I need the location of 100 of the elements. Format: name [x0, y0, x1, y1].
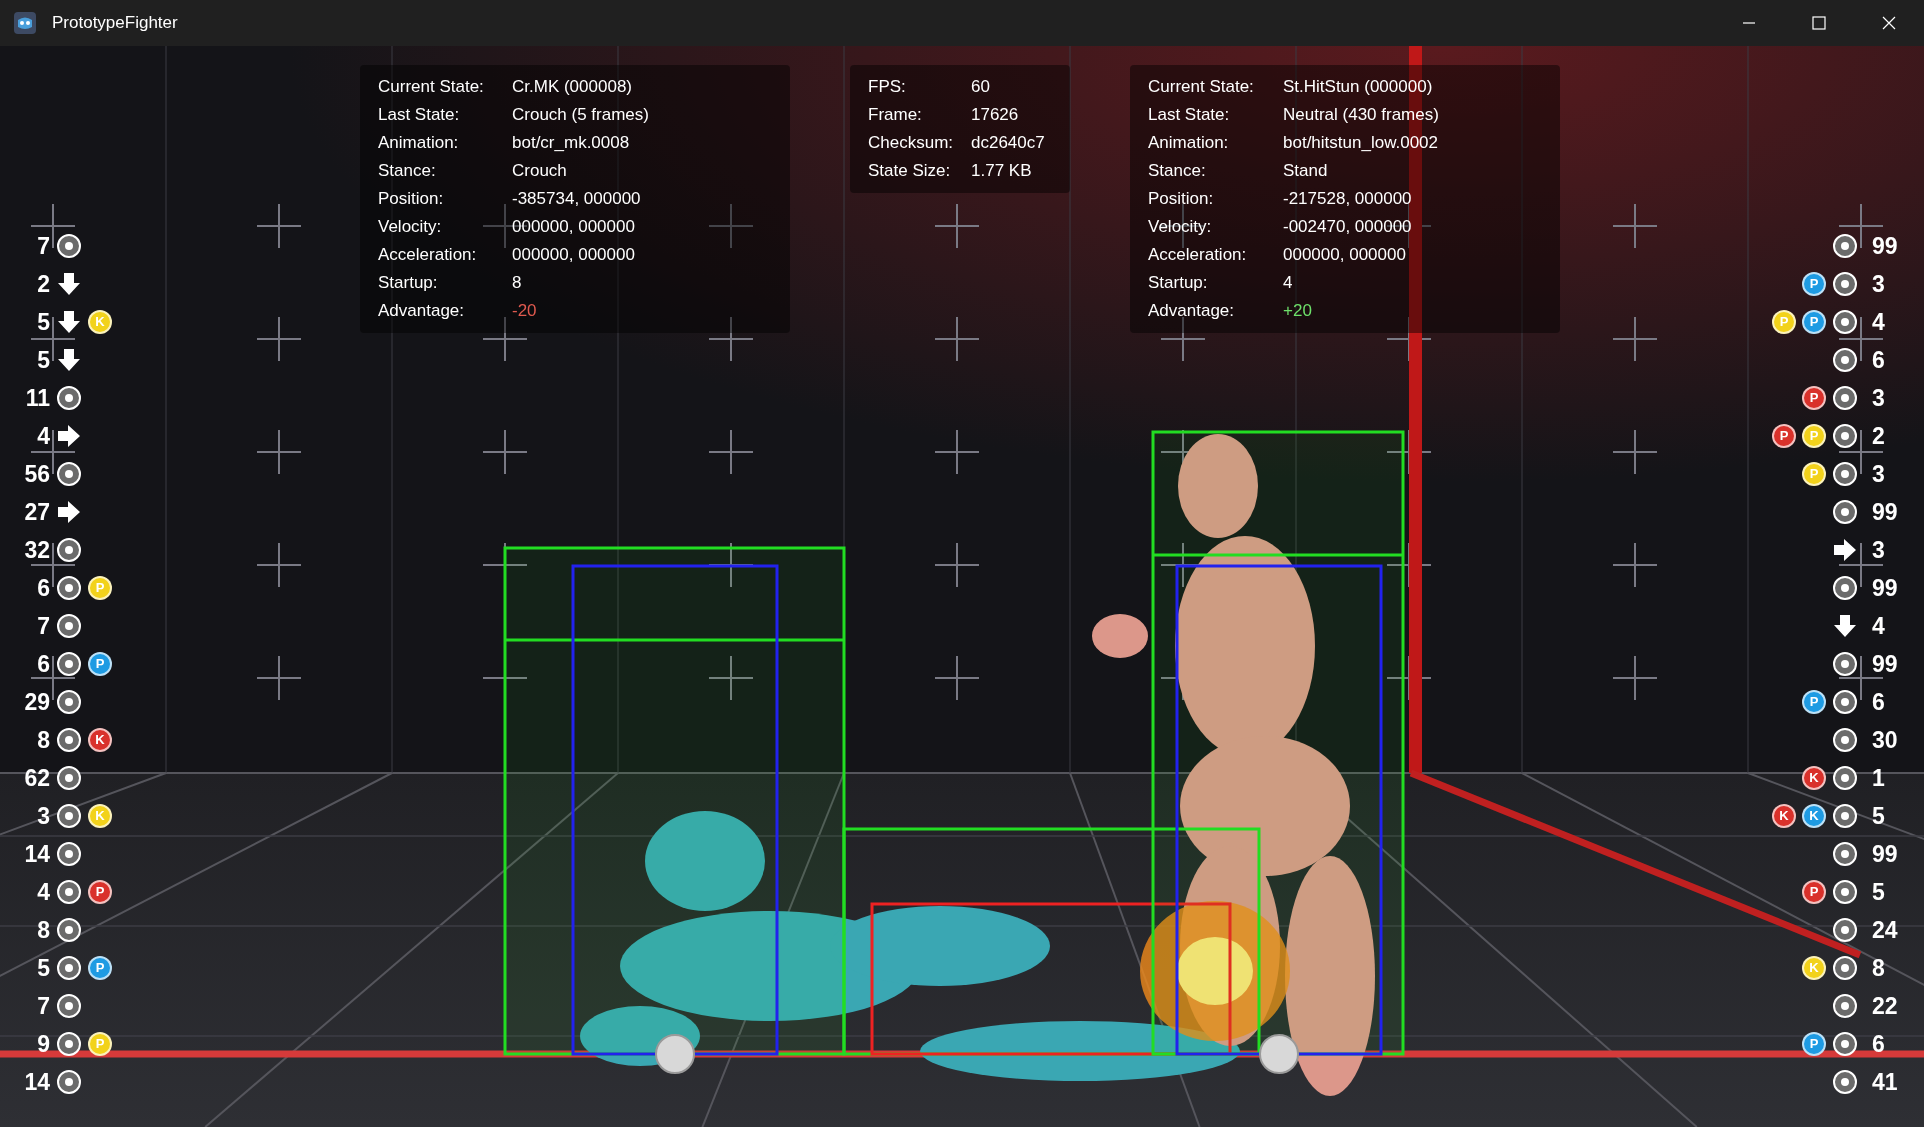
stat-label: Advantage: — [1148, 300, 1235, 323]
right-arrow-icon — [56, 423, 82, 449]
stat-value: 000000, 000000 — [512, 244, 635, 267]
down-arrow-icon — [1832, 613, 1858, 639]
stat-label: FPS: — [868, 76, 907, 99]
stat-label: Frame: — [868, 104, 923, 127]
stat-value: bot/hitstun_low.0002 — [1283, 132, 1438, 155]
frame-count: 9 — [36, 1029, 50, 1059]
frame-count: 22 — [1872, 991, 1899, 1021]
stat-value: 1.77 KB — [971, 160, 1032, 183]
frame-count: 14 — [23, 1067, 50, 1097]
stat-value: Neutral (430 frames) — [1283, 104, 1439, 127]
stat-label: Current State: — [1148, 76, 1255, 99]
stat-label: Last State: — [378, 104, 461, 127]
frame-count: 99 — [1872, 231, 1899, 261]
frame-count: 30 — [1872, 725, 1899, 755]
frame-count: 6 — [1872, 345, 1886, 375]
frame-count: 3 — [1872, 269, 1886, 299]
frame-count: 7 — [36, 611, 50, 641]
frame-count: 4 — [36, 421, 50, 451]
frame-count: 27 — [23, 497, 50, 527]
frame-count: 8 — [36, 915, 50, 945]
stat-label: Stance: — [1148, 160, 1207, 183]
frame-count: 2 — [1872, 421, 1886, 451]
stat-label: Checksum: — [868, 132, 955, 155]
app-logo-icon — [14, 12, 36, 34]
stat-label: Velocity: — [378, 216, 443, 239]
stat-value: 17626 — [971, 104, 1019, 127]
stat-label: Last State: — [1148, 104, 1231, 127]
stat-label: Acceleration: — [1148, 244, 1248, 267]
stat-value: Crouch (5 frames) — [512, 104, 649, 127]
frame-count: 5 — [1872, 801, 1886, 831]
right-arrow-icon — [1832, 537, 1858, 563]
frame-count: 8 — [36, 725, 50, 755]
stat-label: Advantage: — [378, 300, 465, 323]
frame-count: 41 — [1872, 1067, 1899, 1097]
stat-value: bot/cr_mk.0008 — [512, 132, 630, 155]
stat-label: Startup: — [1148, 272, 1209, 295]
stat-label: Current State: — [378, 76, 485, 99]
frame-count: 11 — [24, 383, 50, 413]
frame-count: 3 — [1872, 535, 1886, 565]
stat-value: 000000, 000000 — [512, 216, 635, 239]
stat-value: +20 — [1283, 300, 1312, 323]
stat-value: St.HitStun (000000) — [1283, 76, 1433, 99]
frame-count: 6 — [1872, 687, 1886, 717]
frame-count: 6 — [36, 649, 50, 679]
frame-count: 3 — [1872, 383, 1886, 413]
frame-count: 1 — [1872, 763, 1886, 793]
stat-label: Velocity: — [1148, 216, 1213, 239]
position-marker-icon — [1259, 1034, 1299, 1074]
stat-label: Acceleration: — [378, 244, 478, 267]
frame-count: 6 — [36, 573, 50, 603]
frame-count: 8 — [1872, 953, 1886, 983]
frame-count: 5 — [36, 345, 50, 375]
frame-count: 5 — [36, 953, 50, 983]
frame-count: 5 — [1872, 877, 1886, 907]
stat-label: Position: — [378, 188, 445, 211]
window-title: PrototypeFighter — [52, 12, 178, 35]
frame-count: 62 — [23, 763, 50, 793]
stat-label: Startup: — [378, 272, 439, 295]
frame-count: 99 — [1872, 649, 1899, 679]
frame-count: 56 — [23, 459, 50, 489]
frame-count: 5 — [36, 307, 50, 337]
frame-count: 7 — [36, 231, 50, 261]
down-arrow-icon — [56, 347, 82, 373]
position-marker-icon — [655, 1034, 695, 1074]
down-arrow-icon — [56, 271, 82, 297]
frame-count: 6 — [1872, 1029, 1886, 1059]
stat-value: -217528, 000000 — [1283, 188, 1412, 211]
stat-value: 000000, 000000 — [1283, 244, 1406, 267]
stat-label: Position: — [1148, 188, 1215, 211]
stat-label: Animation: — [378, 132, 460, 155]
stat-value: Stand — [1283, 160, 1328, 183]
frame-count: 99 — [1872, 839, 1899, 869]
frame-count: 99 — [1872, 497, 1899, 527]
down-arrow-icon — [56, 309, 82, 335]
stat-value: 8 — [512, 272, 522, 295]
frame-count: 2 — [36, 269, 50, 299]
close-icon — [1882, 16, 1896, 30]
stat-label: State Size: — [868, 160, 952, 183]
frame-count: 24 — [1872, 915, 1899, 945]
stat-value: 60 — [971, 76, 990, 99]
frame-count: 7 — [36, 991, 50, 1021]
frame-count: 3 — [1872, 459, 1886, 489]
stat-label: Stance: — [378, 160, 437, 183]
frame-count: 4 — [1872, 307, 1886, 337]
frame-count: 3 — [36, 801, 50, 831]
frame-count: 14 — [23, 839, 50, 869]
maximize-icon — [1812, 16, 1826, 30]
stat-value: -002470, 000000 — [1283, 216, 1412, 239]
stat-value: 4 — [1283, 272, 1293, 295]
stat-label: Animation: — [1148, 132, 1230, 155]
frame-count: 32 — [23, 535, 50, 565]
frame-count: 4 — [36, 877, 50, 907]
frame-count: 99 — [1872, 573, 1899, 603]
stat-value: Crouch — [512, 160, 567, 183]
frame-count: 29 — [23, 687, 50, 717]
frame-count: 4 — [1872, 611, 1886, 641]
stat-value: -385734, 000000 — [512, 188, 641, 211]
stat-value: Cr.MK (000008) — [512, 76, 632, 99]
